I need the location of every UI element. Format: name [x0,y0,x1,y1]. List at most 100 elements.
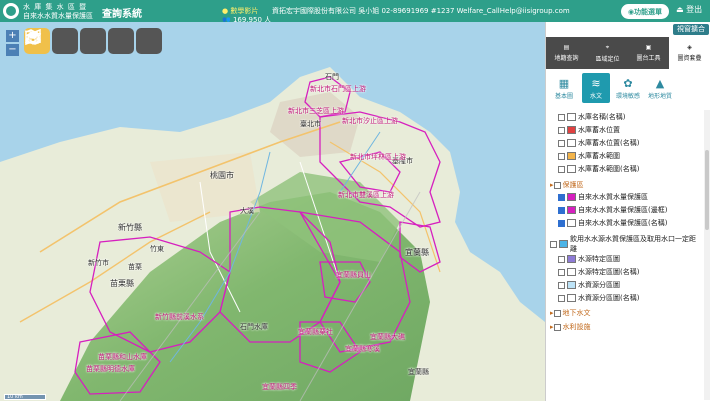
layer-row[interactable]: 水庫蓄水範圍 [558,151,620,161]
map-label: 竹東 [150,245,164,253]
subtab-hydrology[interactable]: ≋ 水文 [582,73,610,103]
map-canvas[interactable]: 石門 新北市石門區上游 新北市三芝區上游 臺北市 新北市汐止區上游 基隆市 新北… [0,22,545,401]
layer-row[interactable]: 水資源分區圖 [558,280,620,290]
map-label: 新北市雙溪區上游 [338,191,394,199]
locate-icon: ⌖ [605,43,610,51]
legend-swatch-icon [567,219,576,227]
layer-row[interactable]: ▸ 保護區 [550,180,584,190]
tab-locate[interactable]: ⌖ 區域定位 [587,37,628,69]
map-label: 宜蘭縣四季 [262,383,297,391]
layer-label: 自來水水質水量保護區 [578,193,648,201]
legend-swatch-icon [559,240,568,248]
logout-icon: ⏏ [676,5,687,14]
layer-label: 水庫蓄水範圍 [578,152,620,160]
legend-swatch-icon [567,268,576,276]
layer-checkbox[interactable] [558,113,565,121]
map-label: 苗栗縣明德水庫 [86,365,135,373]
org-title-line2: 自來水水質水量保護區 [23,12,93,20]
layer-checkbox[interactable] [558,294,565,302]
map-label: 大溪 [240,207,254,215]
map-label: 新竹縣前溪水系 [155,313,204,321]
agency-logo [3,3,19,19]
layer-label: 水資源分區圖(名稱) [578,294,640,302]
layer-checkbox[interactable] [558,152,565,160]
layer-row[interactable]: 自來水水質水量保護區(邊框) [558,205,667,215]
tab-parcel-search[interactable]: ▤ 地籍查詢 [546,37,587,69]
panel-tabs: ▤ 地籍查詢 ⌖ 區域定位 ▣ 圖台工具 ◈ 圖資套疊 [546,37,710,69]
map-label: 宜蘭縣大礁 [370,333,405,341]
layer-row[interactable]: 水庫蓄水範圍(名稱) [558,164,639,174]
layer-row[interactable]: ▸ 水利設施 [550,322,591,332]
layer-row[interactable]: 水源特定區圖(名稱) [558,267,639,277]
tab-label: 區域定位 [595,55,620,63]
map-label: 新北市石門區上游 [310,85,366,93]
layer-row[interactable]: 自來水水質水量保護區 [558,192,648,202]
layer-label: 自來水水質水量保護區(名稱) [578,219,668,227]
layer-checkbox[interactable] [558,206,565,214]
map-label: 宜蘭縣員山 [336,271,371,279]
layer-checkbox[interactable] [558,268,565,276]
layer-checkbox[interactable] [558,126,565,134]
subtab-basemap[interactable]: ▦ 基本圖 [550,73,578,103]
layer-checkbox[interactable] [558,139,565,147]
subtab-environment[interactable]: ✿ 環境敏感 [614,73,642,103]
layer-checkbox[interactable] [558,219,565,227]
layer-row[interactable]: 水庫名稱(名稱) [558,112,625,122]
legend-swatch-icon [567,193,576,201]
layers-stack-icon [25,31,41,43]
zoom-in-button[interactable]: + [6,30,19,42]
system-title: 查詢系統 [102,9,142,20]
layers-stack-tool[interactable] [25,28,162,54]
layer-row[interactable]: 水資源分區圖(名稱) [558,293,639,303]
legend-swatch-icon [567,281,576,289]
zoom-out-button[interactable]: − [6,44,19,56]
layer-label: 水庫蓄水位置(名稱) [578,139,640,147]
layer-label: 水源特定區圖(名稱) [578,268,640,276]
legend-swatch-icon [567,152,576,160]
map-graphic [0,22,545,401]
layer-checkbox[interactable] [553,323,561,331]
layer-label: 水源特定區圖 [578,255,620,263]
app-window: 水 庫 集 水 區 暨 自來水水質水量保護區 查詢系統 ● 數學影片 👥 169… [0,0,710,401]
layer-row[interactable]: 飲用水水源水質保護區及取用水口一定距離 [550,234,698,254]
subtab-terrain[interactable]: ▲ 地形地質 [646,73,674,103]
layer-checkbox[interactable] [558,255,565,263]
cable-car-tool[interactable] [24,28,78,54]
subtab-label: 基本圖 [554,92,573,100]
layer-checkbox[interactable] [558,165,565,173]
function-menu-label: 功能選單 [634,7,663,16]
grid-3d-tool[interactable] [24,28,134,54]
parcel-search-icon: ▤ [563,44,570,51]
scrollbar-thumb[interactable] [705,150,709,230]
layer-list-scrollbar[interactable] [704,110,710,400]
layer-label: 水庫名稱(名稱) [578,113,626,121]
map-3d-tool[interactable] [24,28,106,54]
tab-tools[interactable]: ▣ 圖台工具 [628,37,669,69]
layer-row[interactable]: 水庫蓄水位置 [558,125,620,135]
function-menu-button[interactable]: ◉ 功能選單 [621,4,669,19]
tab-label: 地籍查詢 [554,55,579,62]
layer-checkbox[interactable] [558,193,565,201]
logout-button[interactable]: ⏏ 登出 [676,4,702,15]
layer-checkbox[interactable] [553,309,561,317]
map-label: 苗栗縣 [110,279,134,288]
tab-layers[interactable]: ◈ 圖資套疊 [669,37,710,69]
map-label: 宜蘭縣 [405,248,429,257]
tab-label: 圖台工具 [636,55,661,62]
map-label: 石門 [325,73,339,81]
layer-row[interactable]: 水源特定區圖 [558,254,620,264]
terrain-icon: ▲ [655,76,665,90]
layer-checkbox[interactable] [558,281,565,289]
map-label: 新北市坪林區上游 [350,153,406,161]
layer-label: 水庫蓄水位置 [578,126,620,134]
layer-row[interactable]: 自來水水質水量保護區(名稱) [558,218,667,228]
layer-label: 飲用水水源水質保護區及取用水口一定距離 [570,235,696,253]
layer-row[interactable]: 水庫蓄水位置(名稱) [558,138,639,148]
legend-swatch-icon [567,165,576,173]
layer-checkbox[interactable] [553,181,561,189]
layer-checkbox[interactable] [550,240,557,248]
map-label: 宜蘭縣寒溪 [345,345,380,353]
legend-swatch-icon [567,294,576,302]
layer-row[interactable]: ▸ 地下水文 [550,308,591,318]
basemap-switch-button[interactable]: 視窗擴合 [673,24,709,35]
